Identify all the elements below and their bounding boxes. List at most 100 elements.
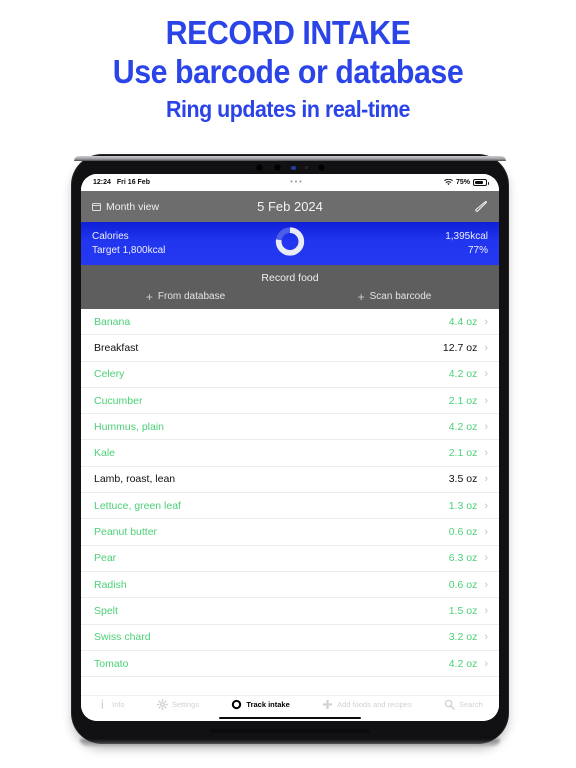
food-list-row[interactable]: Cucumber 2.1 oz ›: [81, 388, 499, 415]
food-amount: 0.6 oz: [448, 526, 478, 539]
food-list-row[interactable]: Lamb, roast, lean 3.5 oz ›: [81, 467, 499, 494]
chevron-right-icon: ›: [484, 526, 488, 539]
tab-track-intake[interactable]: Track intake: [231, 699, 290, 710]
food-name: Radish: [94, 578, 127, 591]
home-indicator: [210, 729, 370, 733]
calories-target: Target 1,800kcal: [92, 245, 166, 256]
food-amount: 6.3 oz: [448, 552, 478, 565]
battery-percent: 75%: [455, 179, 470, 186]
food-list-row[interactable]: Spelt 1.5 oz ›: [81, 598, 499, 625]
food-name: Breakfast: [94, 341, 139, 354]
status-time: 12:24: [93, 179, 111, 186]
info-icon: [97, 699, 108, 710]
chevron-right-icon: ›: [484, 341, 488, 354]
food-name: Cucumber: [94, 394, 143, 407]
tab-settings[interactable]: Settings: [156, 699, 200, 710]
food-amount: 4.2 oz: [448, 420, 478, 433]
wifi-icon: [444, 178, 453, 186]
navigation-bar: Month view 5 Feb 2024: [81, 191, 499, 222]
chevron-right-icon: ›: [484, 315, 488, 328]
food-name: Celery: [94, 368, 125, 381]
plus-icon: +: [145, 289, 153, 304]
chevron-right-icon: ›: [484, 473, 488, 486]
food-name: Swiss chard: [94, 631, 151, 644]
tab-label: Settings: [171, 700, 200, 709]
bottom-tab-bar: Info Settings Track intake Add foods and re…: [81, 695, 499, 721]
chevron-right-icon: ›: [484, 552, 488, 565]
camera-array: [230, 162, 350, 173]
food-list-row[interactable]: Radish 0.6 oz ›: [81, 572, 499, 599]
food-amount: 1.3 oz: [448, 499, 478, 512]
food-amount: 12.7 oz: [442, 341, 478, 354]
food-list-row[interactable]: Peanut butter 0.6 oz ›: [81, 519, 499, 546]
tab-info[interactable]: Info: [97, 699, 125, 710]
food-name: Tomato: [94, 657, 129, 670]
edit-button[interactable]: [378, 199, 488, 214]
chevron-right-icon: ›: [484, 657, 488, 670]
food-name: Hummus, plain: [94, 420, 165, 433]
status-bar-right: 75%: [444, 178, 489, 186]
food-list-row[interactable]: Lettuce, green leaf 1.3 oz ›: [81, 493, 499, 520]
gear-icon: [156, 699, 168, 710]
food-list-row[interactable]: Hummus, plain 4.2 oz ›: [81, 414, 499, 441]
tab-label: Add foods and recipes: [337, 700, 412, 709]
food-list-row[interactable]: Pear 6.3 oz ›: [81, 546, 499, 572]
food-name: Lamb, roast, lean: [94, 473, 176, 486]
active-tab-underline: [219, 716, 361, 719]
month-view-button[interactable]: Month view: [92, 201, 202, 213]
food-amount: 4.2 oz: [448, 368, 478, 381]
tab-label: Search: [459, 700, 483, 709]
scan-barcode-button[interactable]: + Scan barcode: [290, 289, 499, 304]
food-amount: 2.1 oz: [448, 447, 478, 460]
camera-flash-icon: [290, 165, 296, 170]
chevron-right-icon: ›: [484, 420, 488, 433]
record-food-title: Record food: [261, 272, 319, 284]
tab-add-foods-and-recipes[interactable]: Add foods and recipes: [322, 699, 412, 710]
page-title: 5 Feb 2024: [257, 199, 323, 214]
battery-icon: [473, 179, 489, 186]
food-list-row[interactable]: Swiss chard 3.2 oz ›: [81, 625, 499, 651]
month-view-label: Month view: [106, 200, 160, 213]
chevron-right-icon: ›: [484, 499, 488, 512]
promo-heading: RECORD INTAKE Use barcode or database Ri…: [0, 0, 576, 126]
chevron-right-icon: ›: [484, 368, 488, 381]
status-bar-left: 12:24 Fri 16 Feb: [93, 179, 150, 186]
tab-label: Info: [112, 700, 125, 709]
tab-label: Track intake: [246, 700, 290, 709]
plus-icon: [322, 699, 333, 710]
scan-barcode-label: Scan barcode: [369, 291, 432, 302]
food-amount: 4.2 oz: [448, 657, 478, 670]
food-list-row[interactable]: Banana 4.4 oz ›: [81, 309, 499, 336]
food-name: Banana: [94, 315, 131, 328]
calories-progress-ring: [273, 224, 307, 263]
food-list-row[interactable]: Tomato 4.2 oz ›: [81, 651, 499, 678]
food-list-row[interactable]: Kale 2.1 oz ›: [81, 440, 499, 467]
chevron-right-icon: ›: [484, 394, 488, 407]
food-amount: 4.4 oz: [448, 315, 478, 328]
device-bottom-shadow: [80, 739, 500, 746]
from-database-button[interactable]: + From database: [81, 289, 290, 304]
tab-search[interactable]: Search: [444, 699, 483, 710]
food-amount: 2.1 oz: [448, 394, 478, 407]
camera-lens-icon: [254, 163, 264, 172]
food-amount: 3.5 oz: [448, 473, 478, 486]
plus-icon: +: [357, 289, 365, 304]
food-list-row[interactable]: Celery 4.2 oz ›: [81, 362, 499, 388]
record-food-section: Record food + From database + Scan barco…: [81, 265, 499, 309]
pencil-icon: [473, 199, 488, 214]
record-food-buttons: + From database + Scan barcode: [81, 289, 499, 304]
calories-value: 1,395kcal: [445, 231, 488, 242]
calories-percent: 77%: [467, 245, 488, 256]
device-screen: 12:24 Fri 16 Feb ••• 75% Month view 5 Fe…: [81, 174, 499, 721]
food-name: Lettuce, green leaf: [94, 499, 181, 512]
chevron-right-icon: ›: [484, 578, 488, 591]
search-icon: [444, 699, 455, 710]
calendar-icon: [92, 202, 101, 211]
food-list-row[interactable]: Breakfast 12.7 oz ›: [81, 335, 499, 362]
calories-right-column: 1,395kcal 77%: [445, 231, 488, 256]
promo-line-2: Use barcode or database: [112, 53, 464, 90]
food-amount: 1.5 oz: [448, 604, 478, 617]
food-list[interactable]: Banana 4.4 oz › Breakfast 12.7 oz › Celery 4.2 …: [81, 309, 499, 695]
promo-line-3: Ring updates in real-time: [166, 96, 410, 122]
calories-summary-banner[interactable]: Calories Target 1,800kcal 1,395kcal 77%: [81, 222, 499, 265]
